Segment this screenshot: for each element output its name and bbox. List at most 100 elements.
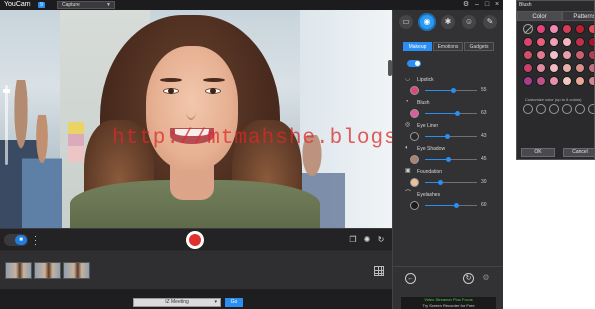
cancel-button[interactable]: Cancel [563,148,594,157]
maximize-icon[interactable]: □ [482,0,492,10]
color-swatch[interactable] [575,76,585,86]
color-swatch[interactable] [562,63,572,73]
avatar-icon[interactable]: ☺ [462,15,476,29]
color-swatch[interactable] [523,63,533,73]
camera-icon: ■ [15,235,27,245]
rotate-icon[interactable]: ↻ [376,235,386,245]
color-swatch[interactable] [410,86,419,95]
intensity-slider[interactable] [425,180,477,185]
brush-icon[interactable]: ✎ [483,15,497,29]
color-swatch[interactable] [410,201,419,210]
tab-makeup[interactable]: Makeup [403,42,432,51]
custom-color-slot[interactable] [536,104,546,114]
promo-line-2: Try Screen Recorder for Free [422,303,475,308]
source-value: IZ Meeting [165,299,189,305]
thumbnail[interactable] [5,262,32,279]
tab-gadgets[interactable]: Gadgets [464,42,494,51]
color-swatch[interactable] [575,37,585,47]
background-person [22,115,62,228]
mode-dropdown[interactable]: Capture ▼ [57,1,115,9]
color-swatch[interactable] [588,24,594,34]
color-swatch[interactable] [575,50,585,60]
effects-icon[interactable]: ✱ [441,15,455,29]
no-color-swatch[interactable] [523,24,533,34]
color-swatch[interactable] [410,109,419,118]
color-swatch[interactable] [562,24,572,34]
color-swatch[interactable] [410,178,419,187]
slider-handle[interactable] [444,134,450,139]
color-swatch[interactable] [588,76,594,86]
eye-left [163,88,179,94]
color-swatch[interactable] [588,50,594,60]
layers-icon[interactable]: ❐ [348,235,358,245]
makeup-enable-toggle[interactable] [407,60,421,67]
back-icon[interactable]: ← [405,273,416,284]
app-name: YouCam [4,1,31,8]
custom-color-slot[interactable] [562,104,572,114]
feature-value: 55 [481,87,487,93]
color-swatch[interactable] [549,24,559,34]
custom-color-slot[interactable] [575,104,585,114]
slider-handle[interactable] [438,180,444,185]
slider-handle[interactable] [453,203,459,208]
color-swatch[interactable] [536,50,546,60]
color-swatch[interactable] [562,76,572,86]
effects-icon[interactable]: ✺ [362,235,372,245]
custom-color-slot[interactable] [588,104,594,114]
color-swatch[interactable] [410,155,419,164]
camera-toggle[interactable]: ■ [4,234,28,246]
minimize-icon[interactable]: – [472,0,482,10]
panel-footer: ← ↻ ⚙ [393,266,503,288]
color-swatch[interactable] [549,37,559,47]
promo-banner[interactable]: Video Streamer Plus Focus Try Screen Rec… [401,297,496,309]
gear-icon[interactable]: ⚙ [461,0,471,10]
color-swatch[interactable] [562,37,572,47]
refresh-icon[interactable]: ↻ [463,273,474,284]
tab-emotions[interactable]: Emotions [433,42,463,51]
color-swatch[interactable] [536,37,546,47]
watermark-text: http://mtmahshe.blogspot.com [112,127,392,150]
tab-color[interactable]: Color [517,11,562,21]
intensity-slider[interactable] [425,203,477,208]
color-swatch[interactable] [523,37,533,47]
color-swatch[interactable] [562,50,572,60]
close-icon[interactable]: × [492,0,502,10]
youcam-window: YouCam 9 Capture ▼ ⚙ – □ × http://mtmahs… [0,0,503,309]
slider-handle[interactable] [455,111,461,116]
grid-view-icon[interactable] [374,266,384,276]
color-swatch[interactable] [523,76,533,86]
go-button[interactable]: Go [225,298,243,307]
intensity-slider[interactable] [425,88,477,93]
slider-handle[interactable] [445,157,451,162]
color-swatch[interactable] [575,63,585,73]
zoom-slider[interactable] [5,85,8,165]
zoom-slider-handle[interactable] [3,89,10,93]
thumbnail[interactable] [63,262,90,279]
color-swatch[interactable] [575,24,585,34]
intensity-slider[interactable] [425,111,477,116]
intensity-slider[interactable] [425,134,477,139]
color-swatch[interactable] [549,76,559,86]
source-dropdown[interactable]: IZ Meeting ▾ [133,298,221,307]
screen-icon[interactable]: ▭ [399,15,413,29]
makeup-icon[interactable]: ◉ [420,15,434,29]
slider-handle[interactable] [451,88,457,93]
color-swatch[interactable] [549,50,559,60]
thumbnail[interactable] [34,262,61,279]
record-button[interactable] [186,231,204,249]
color-swatch[interactable] [588,63,594,73]
more-options-icon[interactable]: · · · [33,232,38,249]
color-swatch[interactable] [536,76,546,86]
custom-color-slot[interactable] [523,104,533,114]
color-swatch[interactable] [588,37,594,47]
color-swatch[interactable] [549,63,559,73]
color-swatch[interactable] [410,132,419,141]
tab-patterns[interactable]: Patterns [562,11,594,21]
custom-color-slot[interactable] [549,104,559,114]
color-swatch[interactable] [536,24,546,34]
settings-icon[interactable]: ⚙ [481,273,491,283]
color-swatch[interactable] [536,63,546,73]
color-swatch[interactable] [523,50,533,60]
ok-button[interactable]: OK [521,148,555,157]
intensity-slider[interactable] [425,157,477,162]
